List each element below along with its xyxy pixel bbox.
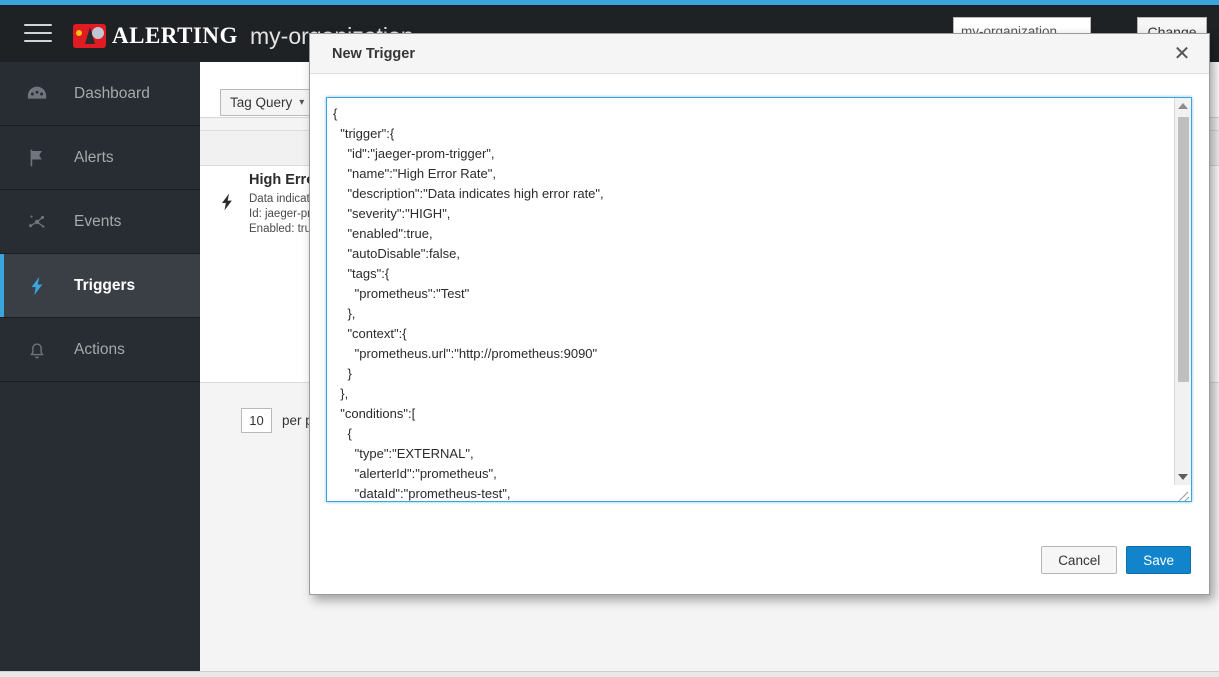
topology-nodes-icon bbox=[22, 211, 52, 233]
triangle-up-glyph bbox=[1178, 103, 1188, 109]
page-bottom-edge bbox=[0, 671, 1219, 677]
sidebar-item-label: Dashboard bbox=[74, 84, 150, 102]
sidebar-item-events[interactable]: Events bbox=[0, 190, 200, 254]
scroll-down-arrow-icon[interactable] bbox=[1175, 469, 1191, 485]
sidebar-item-label: Events bbox=[74, 212, 122, 230]
modal-footer-buttons: Cancel Save bbox=[1041, 546, 1191, 574]
sidebar-item-label: Actions bbox=[74, 340, 125, 358]
triangle-down-glyph bbox=[1178, 474, 1188, 480]
hamburger-line bbox=[24, 24, 52, 26]
modal-footer: Cancel Save bbox=[310, 534, 1209, 594]
flag-icon bbox=[22, 147, 52, 169]
chevron-down-icon: ▾ bbox=[299, 96, 305, 108]
lightning-bolt-icon bbox=[22, 275, 52, 297]
top-accent-bar bbox=[0, 0, 1219, 5]
modal-title: New Trigger bbox=[332, 46, 415, 62]
sidebar-item-dashboard[interactable]: Dashboard bbox=[0, 62, 200, 126]
hamburger-menu-icon[interactable] bbox=[24, 21, 52, 45]
sidebar-item-label: Triggers bbox=[74, 276, 136, 294]
bell-icon bbox=[22, 339, 52, 361]
cancel-button[interactable]: Cancel bbox=[1041, 546, 1118, 574]
modal-header: New Trigger ✕ bbox=[310, 34, 1209, 74]
tag-query-label: Tag Query bbox=[230, 95, 293, 110]
hamburger-line bbox=[24, 32, 52, 34]
sidebar-item-triggers[interactable]: Triggers bbox=[0, 254, 200, 318]
sidebar-navigation: Dashboard Alerts Events Triggers Actions bbox=[0, 62, 200, 671]
sidebar-item-actions[interactable]: Actions bbox=[0, 318, 200, 382]
per-page-input[interactable] bbox=[241, 407, 272, 433]
lightning-bolt-icon bbox=[210, 172, 244, 214]
hamburger-line bbox=[24, 40, 52, 42]
new-trigger-modal: New Trigger ✕ { "trigger":{ "id":"jaeger… bbox=[309, 33, 1210, 595]
logo-accent-dot bbox=[76, 30, 82, 36]
sidebar-item-alerts[interactable]: Alerts bbox=[0, 126, 200, 190]
application-window: ALERTING my-organization Change Dashboar… bbox=[0, 0, 1219, 677]
sidebar-item-label: Alerts bbox=[74, 148, 114, 166]
textarea-scrollbar[interactable] bbox=[1174, 98, 1191, 501]
logo-sphere bbox=[92, 27, 104, 39]
brand-title: ALERTING bbox=[112, 23, 238, 48]
save-button[interactable]: Save bbox=[1126, 546, 1191, 574]
dashboard-gauge-icon bbox=[22, 83, 52, 105]
tag-query-dropdown[interactable]: Tag Query ▾ bbox=[220, 89, 315, 116]
hawkular-logo-icon[interactable] bbox=[73, 24, 106, 48]
trigger-json-textarea[interactable]: { "trigger":{ "id":"jaeger-prom-trigger"… bbox=[326, 97, 1192, 502]
close-icon[interactable]: ✕ bbox=[1171, 43, 1193, 65]
resize-grip-icon[interactable] bbox=[1174, 485, 1191, 501]
scrollbar-thumb[interactable] bbox=[1178, 117, 1189, 382]
scroll-up-arrow-icon[interactable] bbox=[1175, 98, 1191, 114]
modal-body: { "trigger":{ "id":"jaeger-prom-trigger"… bbox=[310, 74, 1209, 534]
trigger-json-content: { "trigger":{ "id":"jaeger-prom-trigger"… bbox=[333, 106, 604, 501]
